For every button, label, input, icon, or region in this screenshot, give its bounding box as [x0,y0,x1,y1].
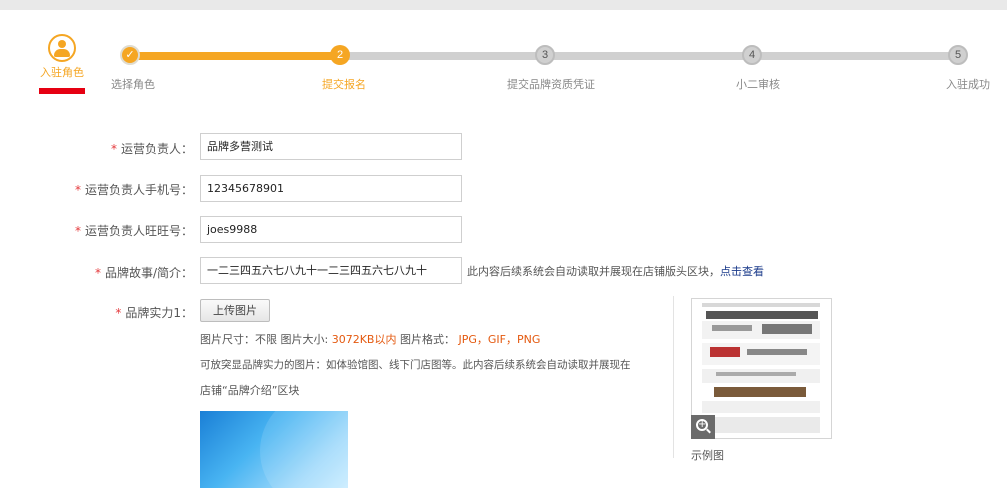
step-5-dot: 5 [948,45,968,65]
required-mark: * [74,183,81,197]
step-2-label: 提交报名 [322,78,366,91]
step-1-label: 选择角色 [111,78,155,91]
required-mark: * [115,306,122,320]
step-2-dot: 2 [330,45,350,65]
progress-fill [130,52,340,60]
strength-description-line1: 可放突显品牌实力的图片：如体验馆图、线下门店图等。此内容后续系统会自动读取并展现… [200,359,631,371]
field-label-ops-owner: * 运营负责人： [110,142,193,156]
required-mark: * [110,142,117,156]
brand-story-hint: 此内容后续系统会自动读取并展现在店铺版头区块，点击查看 [467,265,764,278]
strength-description-line2: 店铺“品牌介绍”区块 [200,384,300,397]
field-label-ops-phone: * 运营负责人手机号： [74,183,193,197]
sample-caption: 示例图 [691,449,724,462]
redaction-bar [39,88,85,94]
view-example-link[interactable]: 点击查看 [720,265,764,278]
step-4-label: 小二审核 [736,78,780,91]
ops-wangwang-input[interactable]: joes9988 [200,216,462,243]
ops-phone-input[interactable]: 12345678901 [200,175,462,202]
field-label-brand-story: * 品牌故事/简介： [94,266,193,280]
top-bar [0,0,1007,10]
zoom-in-icon[interactable]: + [691,415,715,439]
field-label-brand-strength: * 品牌实力1： [115,306,193,320]
brand-story-input[interactable]: 一二三四五六七八九十一二三四五六七八九十 [200,257,462,284]
step-5-label: 入驻成功 [946,78,990,91]
step-1-check-icon: ✓ [120,45,140,65]
step-4-dot: 4 [742,45,762,65]
format-list: JPG，GIF，PNG [458,333,541,346]
image-requirements: 图片尺寸：不限 图片大小: 3072KB以内 图片格式： JPG，GIF，PNG [200,333,541,346]
required-mark: * [74,224,81,238]
role-label: 入驻角色 [40,66,84,79]
role-indicator: 入驻角色 [32,34,92,80]
ops-owner-input[interactable]: 品牌多营测试 [200,133,462,160]
divider [673,296,674,458]
upload-image-button[interactable]: 上传图片 [200,299,270,322]
required-mark: * [94,266,101,280]
step-3-dot: 3 [535,45,555,65]
user-icon [48,34,76,62]
field-label-ops-wangwang: * 运营负责人旺旺号： [74,224,193,238]
size-limit: 3072KB以内 [331,333,397,346]
uploaded-image-preview [200,411,348,488]
step-3-label: 提交品牌资质凭证 [507,78,595,91]
